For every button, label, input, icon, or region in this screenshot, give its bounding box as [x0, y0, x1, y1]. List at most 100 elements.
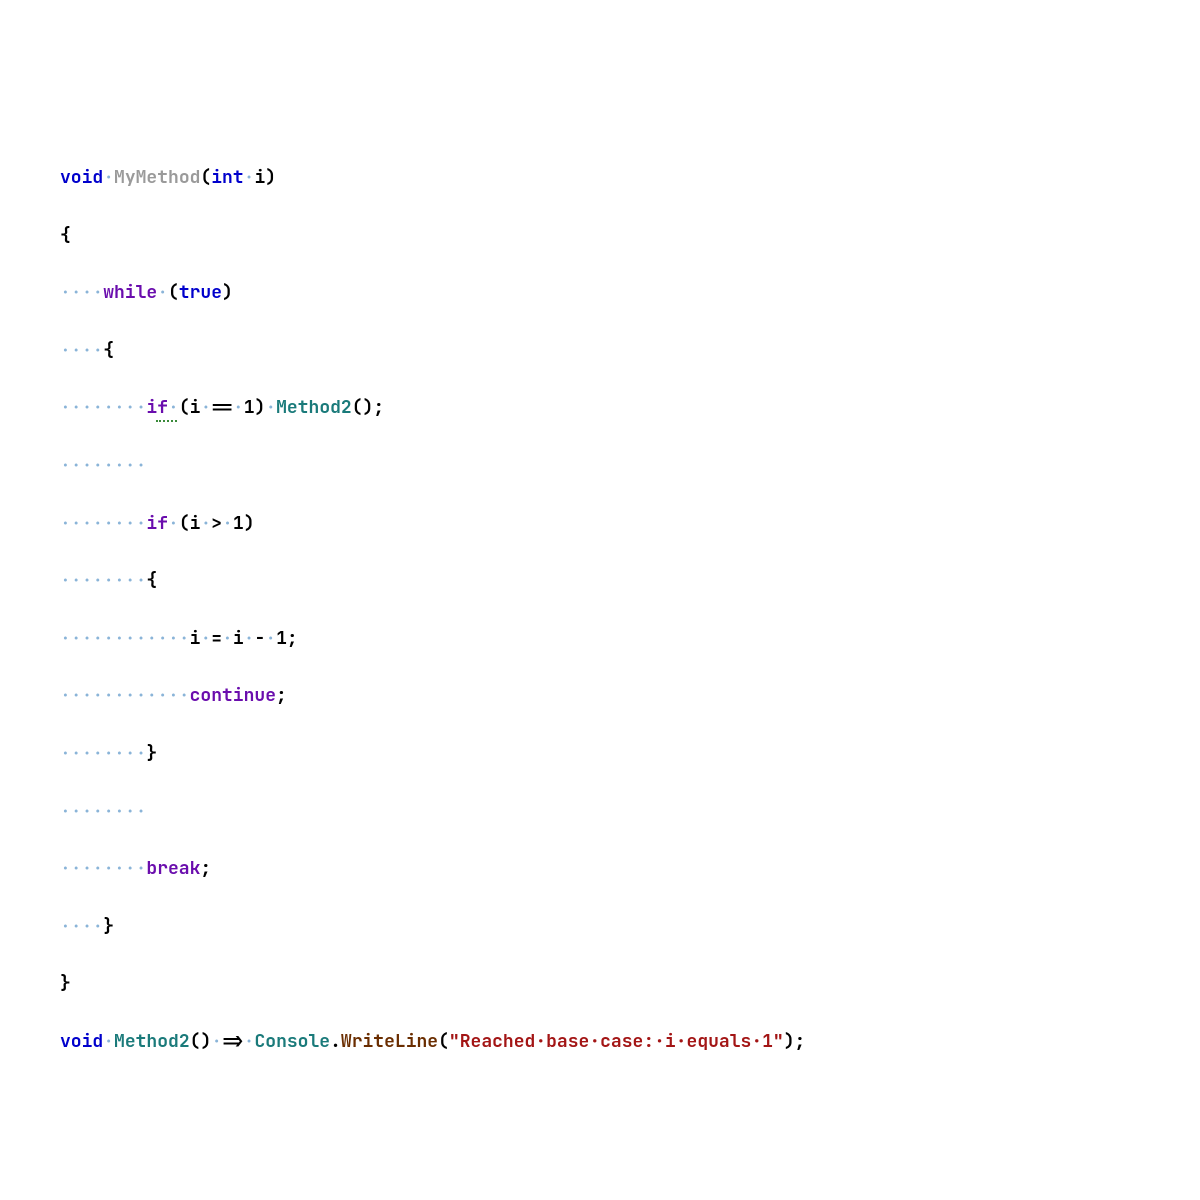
space-dot: · — [168, 512, 179, 535]
whitespace-dots: ········ — [60, 857, 146, 880]
paren-open: ( — [200, 166, 211, 189]
var-i: i — [190, 512, 201, 535]
space-dot: · — [222, 627, 233, 650]
semicolon: ; — [795, 1030, 806, 1053]
whitespace-dots: ········ — [60, 396, 146, 419]
keyword-int: int — [211, 166, 243, 189]
op-gt: > — [211, 512, 222, 535]
paren-close: ) — [244, 512, 255, 535]
brace-close: } — [146, 742, 157, 765]
brace-close: } — [103, 915, 114, 938]
semicolon: ; — [287, 627, 298, 650]
whitespace-dots: ········ — [60, 742, 146, 765]
literal-1: 1 — [244, 396, 255, 419]
keyword-if: if — [146, 512, 168, 535]
whitespace-dots: ············ — [60, 684, 190, 707]
space-dot: · — [244, 1030, 255, 1053]
whitespace-dots: ········ — [60, 454, 146, 477]
op-eq: == — [211, 396, 233, 419]
hint-underline — [156, 420, 178, 422]
keyword-while: while — [103, 281, 157, 304]
paren-open: ( — [168, 281, 179, 304]
code-line-10: ············continue; — [60, 682, 1140, 711]
space-dot: · — [168, 396, 179, 419]
code-line-4: ····{ — [60, 337, 1140, 366]
class-console: Console — [254, 1030, 330, 1053]
code-line-9: ············i·=·i·-·1; — [60, 625, 1140, 654]
op-minus: - — [254, 627, 265, 650]
literal-1: 1 — [233, 512, 244, 535]
space-dot: · — [200, 627, 211, 650]
dot: . — [330, 1030, 341, 1053]
keyword-void: void — [60, 1030, 103, 1053]
param-i: i — [254, 166, 265, 189]
space-dot: · — [244, 166, 255, 189]
paren-open: ( — [179, 396, 190, 419]
arrow: => — [222, 1030, 244, 1053]
paren-close: ) — [255, 396, 266, 419]
keyword-true: true — [179, 281, 222, 304]
whitespace-dots: ········ — [60, 800, 146, 823]
call-method2: Method2 — [276, 396, 352, 419]
semicolon: ; — [373, 396, 384, 419]
paren-open: ( — [190, 1030, 201, 1053]
paren-open: ( — [438, 1030, 449, 1053]
space-dot: · — [103, 166, 114, 189]
literal-1: 1 — [276, 627, 287, 650]
paren-open: ( — [179, 512, 190, 535]
paren-close: ) — [363, 396, 374, 419]
code-line-5: ········if·(i·==·1)·Method2(); — [60, 394, 1140, 423]
brace-open: { — [60, 224, 71, 247]
whitespace-dots: ···· — [60, 915, 103, 938]
var-i: i — [190, 627, 201, 650]
paren-close: ) — [265, 166, 276, 189]
space-dot: · — [103, 1030, 114, 1053]
space-dot: · — [211, 1030, 222, 1053]
space-dot: · — [265, 396, 276, 419]
code-line-3: ····while·(true) — [60, 279, 1140, 308]
whitespace-dots: ···· — [60, 281, 103, 304]
keyword-break: break — [146, 857, 200, 880]
brace-close: } — [60, 972, 71, 995]
paren-close: ) — [200, 1030, 211, 1053]
space-dot: · — [222, 512, 233, 535]
paren-close: ) — [784, 1030, 795, 1053]
code-line-7: ········if·(i·>·1) — [60, 510, 1140, 539]
whitespace-dots: ········ — [60, 512, 146, 535]
brace-open: { — [146, 569, 157, 592]
var-i: i — [190, 396, 201, 419]
space-dot: · — [244, 627, 255, 650]
code-line-16: void·Method2()·=>·Console.WriteLine("Rea… — [60, 1028, 1140, 1057]
whitespace-dots: ···· — [60, 339, 103, 362]
code-line-8: ········{ — [60, 567, 1140, 596]
method-name-method2: Method2 — [114, 1030, 190, 1053]
whitespace-dots: ········ — [60, 569, 146, 592]
space-dot: · — [157, 281, 168, 304]
whitespace-dots: ············ — [60, 627, 190, 650]
semicolon: ; — [200, 857, 211, 880]
code-block: void·MyMethod(int·i) { ····while·(true) … — [60, 135, 1140, 1085]
member-writeline: WriteLine — [341, 1030, 438, 1053]
code-line-14: ····} — [60, 913, 1140, 942]
code-line-2: { — [60, 222, 1140, 251]
code-line-12: ········ — [60, 798, 1140, 827]
keyword-if: if — [146, 396, 168, 419]
op-assign: = — [211, 627, 222, 650]
keyword-continue: continue — [190, 684, 276, 707]
var-i: i — [233, 627, 244, 650]
paren-open: ( — [352, 396, 363, 419]
code-line-6: ········ — [60, 452, 1140, 481]
semicolon: ; — [276, 684, 287, 707]
string-literal: "Reached·base·case:·i·equals·1" — [449, 1030, 784, 1053]
space-dot: · — [200, 512, 211, 535]
code-line-15: } — [60, 970, 1140, 999]
space-dot: · — [233, 396, 244, 419]
paren-close: ) — [222, 281, 233, 304]
space-dot: · — [200, 396, 211, 419]
space-dot: · — [265, 627, 276, 650]
code-line-13: ········break; — [60, 855, 1140, 884]
method-name-mymethod: MyMethod — [114, 166, 200, 189]
brace-open: { — [103, 339, 114, 362]
keyword-void: void — [60, 166, 103, 189]
code-line-1: void·MyMethod(int·i) — [60, 164, 1140, 193]
